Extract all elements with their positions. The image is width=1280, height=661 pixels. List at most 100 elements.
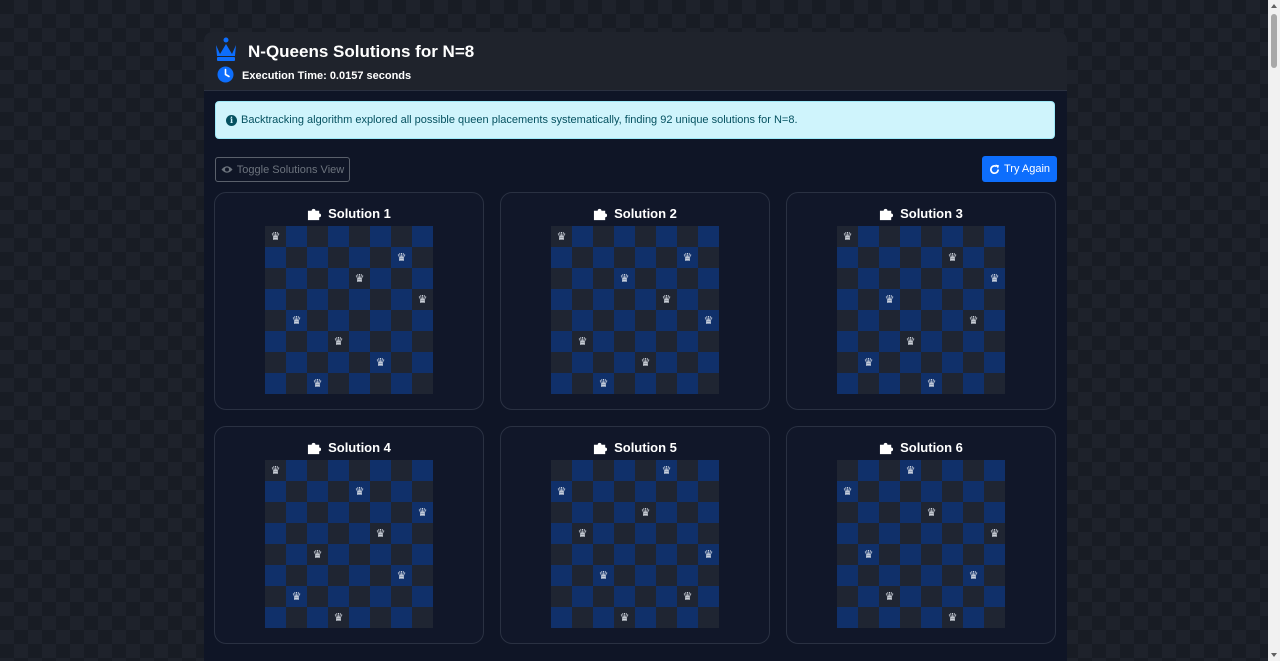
- board-cell: [551, 310, 572, 331]
- board-cell: [837, 331, 858, 352]
- board-cell: [614, 544, 635, 565]
- board-cell: [656, 565, 677, 586]
- scroll-up-arrow-icon[interactable]: [1271, 4, 1277, 8]
- board-cell: [900, 310, 921, 331]
- board-cell: [614, 373, 635, 394]
- board-cell: [900, 502, 921, 523]
- board-cell: [900, 607, 921, 628]
- board-cell: [307, 502, 328, 523]
- board-cell: [879, 268, 900, 289]
- board-cell: [412, 481, 433, 502]
- board-cell: [286, 331, 307, 352]
- board-cell: [370, 586, 391, 607]
- board-cell: [593, 226, 614, 247]
- queen-icon: ♛: [968, 569, 979, 582]
- board-cell: [391, 481, 412, 502]
- board-cell: [858, 289, 879, 310]
- board-cell: [328, 289, 349, 310]
- board-cell: [286, 523, 307, 544]
- board-cell: [921, 460, 942, 481]
- board-cell: [265, 289, 286, 310]
- board-cell: [265, 373, 286, 394]
- board-cell: [656, 373, 677, 394]
- page-scrollbar[interactable]: [1268, 0, 1280, 661]
- board-cell: [900, 586, 921, 607]
- board-cell: [551, 586, 572, 607]
- board-cell: ♛: [391, 565, 412, 586]
- board-cell: [286, 481, 307, 502]
- board-cell: [698, 289, 719, 310]
- board-cell: [656, 331, 677, 352]
- queen-icon: ♛: [661, 464, 672, 477]
- board-cell: [286, 268, 307, 289]
- scrollbar-thumb[interactable]: [1271, 14, 1277, 68]
- puzzle-piece-icon: [880, 208, 894, 220]
- board-cell: [921, 586, 942, 607]
- board-cell: [921, 289, 942, 310]
- board-cell: [593, 544, 614, 565]
- board-cell: ♛: [412, 289, 433, 310]
- board-cell: [942, 226, 963, 247]
- board-cell: [614, 586, 635, 607]
- toggle-solutions-button[interactable]: Toggle Solutions View: [215, 157, 350, 182]
- board-cell: [858, 481, 879, 502]
- board-cell: ♛: [370, 352, 391, 373]
- board-cell: [963, 289, 984, 310]
- board-cell: [677, 481, 698, 502]
- queen-icon: ♛: [947, 251, 958, 264]
- board-cell: [593, 289, 614, 310]
- queen-icon: ♛: [640, 506, 651, 519]
- board-cell: [698, 352, 719, 373]
- board-cell: [614, 460, 635, 481]
- board-cell: [370, 565, 391, 586]
- board-cell: [370, 607, 391, 628]
- info-alert: i Backtracking algorithm explored all po…: [215, 101, 1055, 139]
- queen-icon: ♛: [926, 506, 937, 519]
- board-cell: [635, 226, 656, 247]
- board-cell: ♛: [984, 523, 1005, 544]
- board-cell: [677, 268, 698, 289]
- board-cell: [984, 460, 1005, 481]
- solution-title: Solution 3: [787, 204, 1055, 222]
- board-cell: [551, 268, 572, 289]
- board-cell: [900, 352, 921, 373]
- board-cell: [635, 289, 656, 310]
- board-cell: [551, 523, 572, 544]
- board-cell: [942, 331, 963, 352]
- board-cell: [370, 289, 391, 310]
- board-cell: [677, 352, 698, 373]
- board-cell: [879, 607, 900, 628]
- chess-board: ♛ ♛ ♛ ♛ ♛ ♛ ♛ ♛: [551, 226, 719, 394]
- queen-icon: ♛: [270, 230, 281, 243]
- board-cell: [921, 544, 942, 565]
- board-cell: ♛: [677, 247, 698, 268]
- scroll-down-arrow-icon[interactable]: [1271, 653, 1277, 657]
- board-cell: [572, 268, 593, 289]
- board-cell: [370, 226, 391, 247]
- board-cell: [963, 373, 984, 394]
- queen-icon: ♛: [640, 356, 651, 369]
- board-cell: [412, 268, 433, 289]
- board-cell: [370, 247, 391, 268]
- board-cell: [963, 481, 984, 502]
- board-cell: [837, 565, 858, 586]
- queen-icon: ♛: [703, 314, 714, 327]
- board-cell: ♛: [900, 331, 921, 352]
- chess-board: ♛ ♛ ♛ ♛ ♛ ♛ ♛ ♛: [265, 460, 433, 628]
- board-cell: [698, 373, 719, 394]
- board-cell: [391, 607, 412, 628]
- board-cell: [837, 523, 858, 544]
- try-again-button[interactable]: Try Again: [982, 156, 1057, 182]
- board-cell: [656, 352, 677, 373]
- board-cell: [900, 373, 921, 394]
- board-cell: [370, 544, 391, 565]
- board-cell: [921, 310, 942, 331]
- queen-icon: ♛: [863, 356, 874, 369]
- board-cell: [412, 331, 433, 352]
- queen-icon: ♛: [884, 590, 895, 603]
- board-cell: [328, 523, 349, 544]
- board-cell: [391, 586, 412, 607]
- board-cell: [593, 481, 614, 502]
- board-cell: ♛: [551, 481, 572, 502]
- board-cell: [635, 310, 656, 331]
